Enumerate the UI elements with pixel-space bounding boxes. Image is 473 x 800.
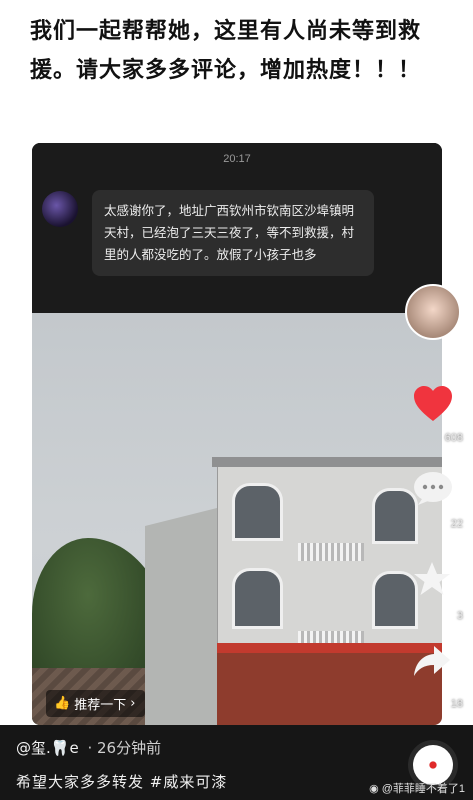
building-window <box>232 483 283 541</box>
star-icon[interactable] <box>412 560 452 598</box>
author-line: @玺.🦷e · 26分钟前 <box>16 737 161 758</box>
chat-message: 太感谢你了，地址广西钦州市钦南区沙埠镇明天村，已经泡了三天三夜了，等不到救援，村… <box>92 190 374 276</box>
chat-avatar <box>42 191 78 227</box>
weibo-logo-icon: ◉ <box>369 782 379 795</box>
building-side-wall <box>145 508 217 725</box>
post-time: · 26分钟前 <box>87 739 162 757</box>
video-info-bar: @玺.🦷e · 26分钟前 希望大家多多转发 #威来可漆 ◉ @菲菲睡不着了1 <box>0 725 473 800</box>
chat-screenshot: 20:17 太感谢你了，地址广西钦州市钦南区沙埠镇明天村，已经泡了三天三夜了，等… <box>32 143 442 313</box>
building-window <box>232 568 283 629</box>
author-avatar-button[interactable] <box>405 284 461 340</box>
post-headline: 我们一起帮帮她，这里有人尚未等到救援。请大家多多评论，增加热度！！！ <box>30 19 422 83</box>
thumbs-up-icon: 👍 <box>54 696 71 711</box>
music-disc-icon[interactable] <box>413 745 453 785</box>
share-arrow-icon[interactable] <box>412 642 452 680</box>
watermark-text: @菲菲睡不着了1 <box>381 783 465 795</box>
video-caption: 希望大家多多转发 #威来可漆 <box>16 773 228 791</box>
balcony-railing <box>298 543 364 561</box>
flood-house-photo <box>32 313 442 725</box>
heart-icon[interactable] <box>412 384 454 424</box>
comment-icon[interactable] <box>412 470 454 506</box>
like-count: 608 <box>444 432 463 444</box>
chevron-right-icon: › <box>130 696 136 711</box>
comment-count: 22 <box>450 518 463 530</box>
action-rail: 608 22 3 18 <box>400 280 473 720</box>
share-count: 18 <box>450 698 463 710</box>
author-name[interactable]: @玺.🦷e <box>16 739 79 757</box>
favorite-count: 3 <box>456 610 463 622</box>
weibo-watermark: ◉ @菲菲睡不着了1 <box>369 780 465 796</box>
recommend-label: 推荐一下 <box>74 698 127 713</box>
chat-timestamp: 20:17 <box>223 153 251 165</box>
video-player[interactable]: 20:17 太感谢你了，地址广西钦州市钦南区沙埠镇明天村，已经泡了三天三夜了，等… <box>32 143 442 725</box>
recommend-button[interactable]: 👍 推荐一下 › <box>46 690 146 717</box>
